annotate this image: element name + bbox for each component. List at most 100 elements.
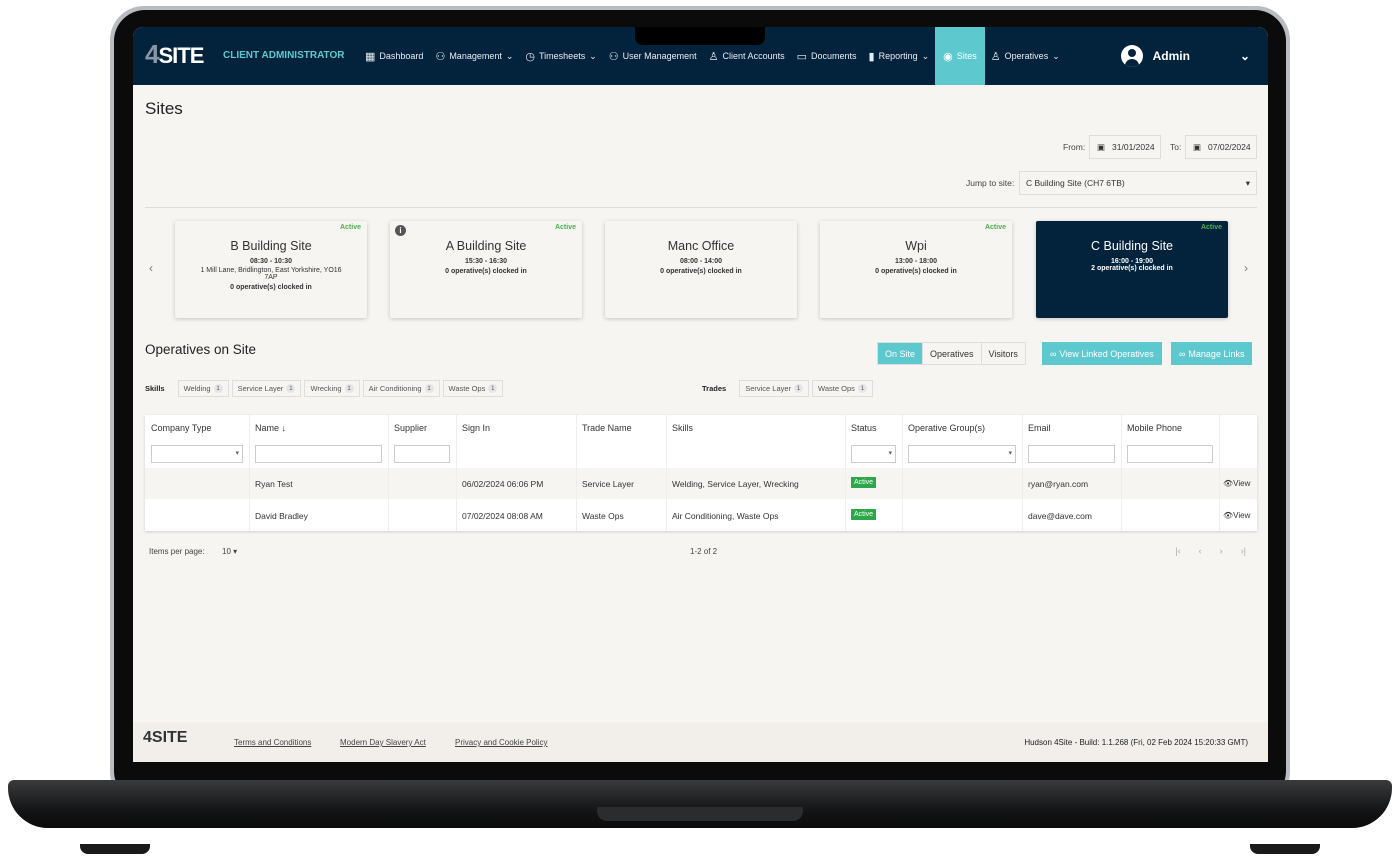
cell-status: Active (851, 477, 877, 488)
jump-label: Jump to site: (966, 178, 1015, 188)
column-filter-input[interactable] (1127, 445, 1213, 463)
eye-icon: 👁 (1223, 479, 1234, 488)
nav-timesheets[interactable]: ◷ Timesheets ⌄ (519, 27, 602, 85)
from-date-input[interactable]: ▣ 31/01/2024 (1089, 135, 1161, 159)
folder-icon: ▭ (796, 50, 807, 63)
nav-operatives[interactable]: ♙ Operatives ⌄ (985, 27, 1066, 85)
nav-documents[interactable]: ▭ Documents (791, 27, 863, 85)
view-toggle: On Site Operatives Visitors (877, 342, 1026, 365)
site-card[interactable]: Active B Building Site 08:30 - 10:30 1 M… (175, 221, 367, 318)
logo[interactable]: 4SITE (145, 39, 204, 70)
link-icon: ∞ (1050, 348, 1057, 359)
to-date-input[interactable]: ▣ 07/02/2024 (1185, 135, 1257, 159)
chip-label: Service Layer (237, 384, 284, 393)
skill-chip[interactable]: Welding 1 (177, 380, 229, 397)
site-card[interactable]: Manc Office 08:00 - 14:00 0 operative(s)… (605, 221, 797, 318)
jump-value: C Building Site (CH7 6TB) (1026, 178, 1125, 188)
slavery-act-link[interactable]: Modern Day Slavery Act (340, 738, 426, 747)
cell-skills: Air Conditioning, Waste Ops (672, 511, 779, 521)
users-icon: ⚇ (608, 50, 619, 63)
view-link[interactable]: 👁View (1223, 479, 1250, 488)
nav-label: Management (449, 51, 502, 61)
skill-chip[interactable]: Service Layer 1 (231, 380, 302, 397)
first-page-icon[interactable]: |‹ (1175, 546, 1180, 556)
site-card-selected[interactable]: Active C Building Site 16:00 - 19:00 2 o… (1036, 221, 1228, 318)
nav-sites[interactable]: ◉ Sites (935, 27, 985, 85)
nav-label: User Management (622, 51, 697, 61)
skill-chip[interactable]: Wrecking 1 (304, 380, 360, 397)
from-date-value: 31/01/2024 (1112, 142, 1155, 152)
view-linked-operatives-button[interactable]: ∞ View Linked Operatives (1042, 342, 1162, 365)
cell-status: Active (851, 509, 877, 520)
column-filter-select[interactable]: ▾ (851, 445, 896, 463)
site-name: Manc Office (667, 239, 735, 253)
last-page-icon[interactable]: ›| (1241, 546, 1246, 556)
column-header[interactable]: Trade Name (582, 423, 632, 433)
privacy-link[interactable]: Privacy and Cookie Policy (455, 738, 547, 747)
view-link[interactable]: 👁View (1223, 511, 1250, 520)
column-header[interactable]: Status (851, 423, 877, 433)
site-card[interactable]: i Active A Building Site 15:30 - 16:30 0… (390, 221, 582, 318)
carousel-prev-button[interactable]: ‹ (149, 261, 153, 275)
trade-chip[interactable]: Waste Ops 1 (812, 380, 873, 397)
nav-management[interactable]: ⚇ Management ⌄ (429, 27, 519, 85)
map-pin-icon: ◉ (943, 50, 953, 63)
column-filter-select[interactable]: ▾ (908, 445, 1016, 463)
button-label: Manage Links (1188, 348, 1245, 359)
user-name: Admin (1152, 49, 1190, 63)
info-icon[interactable]: i (395, 225, 406, 236)
site-hours: 13:00 - 18:00 (894, 258, 938, 265)
trades-filter: Trades Service Layer 1 Waste Ops 1 (702, 380, 873, 397)
tab-on-site[interactable]: On Site (878, 343, 923, 364)
column-header[interactable]: Company Type (151, 423, 211, 433)
column-divider (666, 415, 667, 531)
column-filter-select[interactable]: ▾ (151, 445, 243, 463)
nav-reporting[interactable]: ▮ Reporting ⌄ (863, 27, 936, 85)
laptop-groove (597, 807, 803, 821)
trade-chip[interactable]: Service Layer 1 (739, 380, 810, 397)
nav-dashboard[interactable]: ▦ Dashboard (359, 27, 429, 85)
site-status: Active (1200, 224, 1222, 231)
user-menu[interactable]: Admin ⌄ (1120, 27, 1250, 85)
app-screen: 4SITE CLIENT ADMINISTRATOR ▦ Dashboard ⚇ M… (133, 27, 1268, 762)
view-label: View (1233, 479, 1251, 488)
chip-label: Waste Ops (448, 384, 486, 393)
calendar-icon: ▣ (1097, 141, 1106, 152)
chevron-down-icon: ⌄ (505, 50, 514, 61)
prev-page-icon[interactable]: ‹ (1199, 546, 1202, 556)
chip-count: 1 (488, 384, 498, 393)
site-name: Wpi (905, 239, 927, 253)
column-filter-input[interactable] (1028, 445, 1115, 463)
view-label: View (1233, 511, 1251, 520)
column-header[interactable]: Supplier (394, 423, 427, 433)
column-header[interactable]: Name ↓ (255, 423, 286, 433)
skill-chip[interactable]: Air Conditioning 1 (362, 380, 440, 397)
tab-operatives[interactable]: Operatives (922, 343, 981, 364)
column-header[interactable]: Email (1028, 423, 1051, 433)
column-header[interactable]: Operative Group(s) (908, 423, 985, 433)
link-icon: ∞ (1179, 348, 1186, 359)
header-label: Name (255, 423, 280, 433)
tab-visitors[interactable]: Visitors (980, 343, 1025, 364)
column-header[interactable]: Mobile Phone (1127, 423, 1182, 433)
header-label: Company Type (151, 423, 212, 433)
column-filter-input[interactable] (394, 445, 450, 463)
sort-arrow-icon: ↓ (281, 423, 287, 433)
manage-links-button[interactable]: ∞ Manage Links (1171, 342, 1253, 365)
jump-to-site-select[interactable]: C Building Site (CH7 6TB) ▾ (1019, 171, 1257, 195)
column-header[interactable]: Sign In (462, 423, 490, 433)
column-header[interactable]: Skills (672, 423, 693, 433)
table-row[interactable]: David Bradley 07/02/2024 08:08 AM Waste Op… (145, 500, 1257, 531)
header-label: Status (851, 423, 877, 433)
skill-chip[interactable]: Waste Ops 1 (442, 380, 504, 397)
column-filter-input[interactable] (255, 445, 382, 463)
terms-link[interactable]: Terms and Conditions (234, 738, 311, 747)
nav-label: Dashboard (379, 51, 424, 61)
table-row[interactable]: Ryan Test 06/02/2024 06:06 PM Service Laye… (145, 468, 1257, 499)
site-card[interactable]: Active Wpi 13:00 - 18:00 0 operative(s) … (820, 221, 1012, 318)
next-page-icon[interactable]: › (1220, 546, 1223, 556)
footer-logo: 4SITE (143, 729, 188, 746)
nav-label: Reporting (878, 51, 918, 61)
items-per-page-select[interactable]: 10 ▾ (222, 547, 237, 556)
carousel-next-button[interactable]: › (1244, 261, 1248, 275)
